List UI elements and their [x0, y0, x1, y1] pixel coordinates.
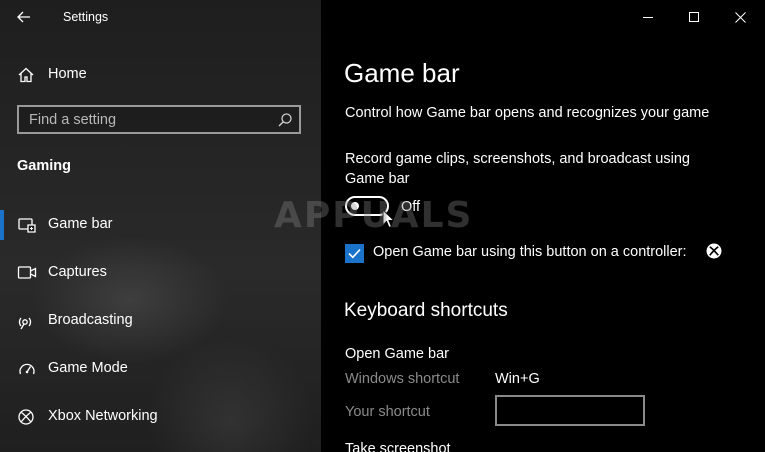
back-button[interactable] — [8, 4, 40, 30]
page-title: Game bar — [344, 58, 460, 88]
windows-shortcut-value: Win+G — [495, 371, 540, 387]
game-bar-icon — [18, 218, 36, 233]
close-button[interactable] — [717, 0, 763, 34]
sidebar-item-label: Game Mode — [48, 360, 128, 376]
open-game-bar-heading: Open Game bar — [345, 346, 449, 362]
sidebar-item-label: Broadcasting — [48, 312, 133, 328]
sidebar-item-broadcasting[interactable]: Broadcasting — [0, 303, 321, 339]
minimize-icon — [643, 17, 653, 18]
xbox-button-icon — [706, 243, 722, 259]
sidebar-item-label: Game bar — [48, 216, 113, 232]
record-setting-label: Record game clips, screenshots, and broa… — [345, 151, 690, 187]
page-description: Control how Game bar opens and recognize… — [345, 105, 710, 121]
your-shortcut-label: Your shortcut — [345, 404, 430, 420]
sidebar-item-xbox-networking[interactable]: Xbox Networking — [0, 399, 321, 435]
watermark-text: APPUALS — [274, 195, 474, 236]
sidebar-item-label: Xbox Networking — [48, 408, 158, 424]
search-box — [17, 105, 301, 134]
windows-shortcut-label: Windows shortcut — [345, 371, 460, 387]
app-title: Settings — [63, 10, 109, 24]
title-bar: Settings — [0, 0, 321, 34]
section-title: Gaming — [17, 158, 71, 174]
settings-window: Settings Home Gaming Game bar — [0, 0, 765, 452]
search-input[interactable] — [19, 107, 279, 132]
back-arrow-icon — [17, 11, 30, 23]
broadcasting-icon — [18, 317, 32, 330]
sidebar: Settings Home Gaming Game bar — [0, 0, 321, 452]
xbox-icon — [18, 409, 34, 425]
sidebar-item-label: Captures — [48, 264, 107, 280]
home-icon — [18, 67, 34, 83]
keyboard-shortcuts-title: Keyboard shortcuts — [344, 300, 508, 321]
close-icon — [734, 11, 746, 23]
active-indicator — [0, 210, 4, 240]
home-link[interactable]: Home — [0, 60, 321, 88]
minimize-button[interactable] — [625, 0, 671, 34]
search-icon[interactable] — [277, 112, 293, 128]
your-shortcut-input[interactable] — [495, 395, 645, 426]
sidebar-item-game-bar[interactable]: Game bar — [0, 207, 321, 243]
maximize-button[interactable] — [671, 0, 717, 34]
maximize-icon — [689, 12, 699, 22]
captures-icon — [17, 266, 37, 279]
game-mode-icon — [19, 363, 35, 375]
home-label: Home — [48, 66, 87, 82]
sidebar-item-game-mode[interactable]: Game Mode — [0, 351, 321, 387]
watermark: APPUALS — [274, 195, 488, 257]
take-screenshot-heading: Take screenshot — [345, 441, 451, 452]
sidebar-item-captures[interactable]: Captures — [0, 255, 321, 291]
